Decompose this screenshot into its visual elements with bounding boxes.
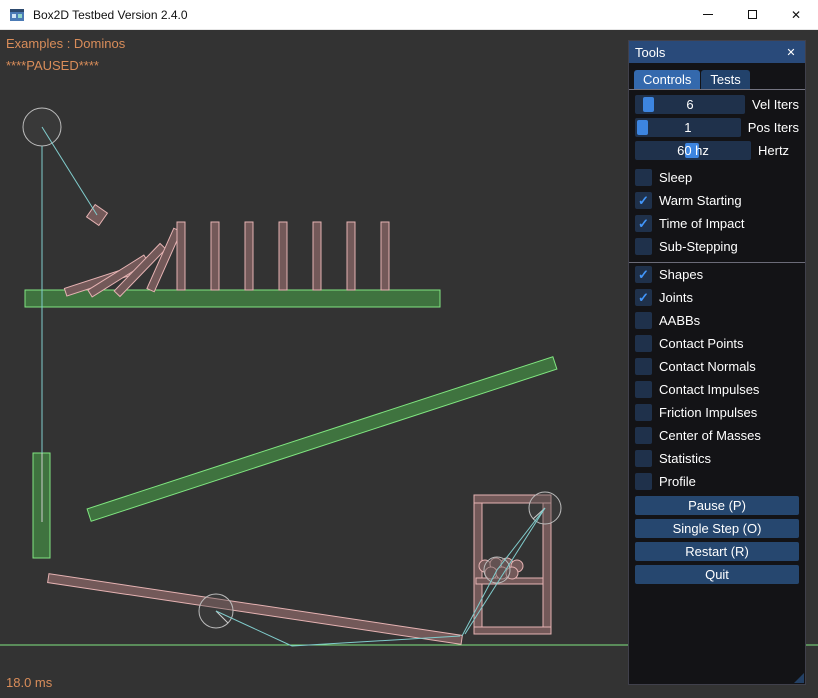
checkbox-contact-points[interactable]: Contact Points [635, 335, 799, 352]
frame-bottom-bar[interactable] [474, 627, 551, 634]
app-window: Box2D Testbed Version 2.4.0 ✕ [0, 0, 818, 698]
pos-iters-value: 1 [635, 118, 741, 137]
platform-shelf [25, 290, 440, 307]
checkbox-label: Contact Points [659, 336, 744, 351]
example-label: Examples : Dominos [6, 36, 125, 51]
checkbox-center-of-masses[interactable]: Center of Masses [635, 427, 799, 444]
checkbox-label: Shapes [659, 267, 703, 282]
tab-tests[interactable]: Tests [701, 70, 749, 89]
window-controls: ✕ [686, 0, 818, 30]
checkbox-aabbs[interactable]: AABBs [635, 312, 799, 329]
pause-button[interactable]: Pause (P) [635, 496, 799, 515]
maximize-button[interactable] [730, 0, 774, 30]
resize-grip[interactable] [794, 673, 804, 683]
domino[interactable] [177, 222, 185, 290]
checkbox-box[interactable] [635, 312, 652, 329]
checkbox-label: Sleep [659, 170, 692, 185]
checkbox-label: Contact Impulses [659, 382, 759, 397]
checkbox-label: Statistics [659, 451, 711, 466]
checkbox-box[interactable] [635, 450, 652, 467]
checkbox-label: Joints [659, 290, 693, 305]
maximize-icon [748, 10, 757, 19]
single-step-button[interactable]: Single Step (O) [635, 519, 799, 538]
vel-iters-label: Vel Iters [752, 97, 799, 112]
seesaw-plank[interactable] [48, 574, 463, 645]
checkbox-label: Contact Normals [659, 359, 756, 374]
tools-close-button[interactable]: ✕ [783, 44, 799, 60]
domino[interactable] [245, 222, 253, 290]
simulation-canvas[interactable]: Examples : Dominos ****PAUSED**** 18.0 m… [0, 30, 818, 698]
checkbox-label: Sub-Stepping [659, 239, 738, 254]
domino[interactable] [279, 222, 287, 290]
separator [629, 262, 805, 263]
checkbox-label: Profile [659, 474, 696, 489]
quit-button[interactable]: Quit [635, 565, 799, 584]
restart-button[interactable]: Restart (R) [635, 542, 799, 561]
window-title: Box2D Testbed Version 2.4.0 [33, 8, 686, 22]
domino[interactable] [381, 222, 389, 290]
vel-iters-value: 6 [635, 95, 745, 114]
tools-panel-title: Tools [635, 45, 783, 60]
tools-tabbar: Controls Tests [629, 70, 805, 90]
hertz-slider[interactable]: 60 hz [635, 141, 751, 160]
checkbox-box[interactable] [635, 427, 652, 444]
tools-panel-body: 6 Vel Iters 1 Pos Iters [629, 90, 805, 584]
domino[interactable] [347, 222, 355, 290]
checkbox-sub-stepping[interactable]: Sub-Stepping [635, 238, 799, 255]
distance-joint [42, 127, 97, 215]
checkbox-shapes[interactable]: ✓ Shapes [635, 266, 799, 283]
checkbox-contact-impulses[interactable]: Contact Impulses [635, 381, 799, 398]
checkbox-box[interactable]: ✓ [635, 192, 652, 209]
frame-time-label: 18.0 ms [6, 675, 52, 690]
checkbox-box[interactable] [635, 169, 652, 186]
checkbox-profile[interactable]: Profile [635, 473, 799, 490]
minimize-button[interactable] [686, 0, 730, 30]
pos-iters-slider[interactable]: 1 [635, 118, 741, 137]
checkbox-box[interactable] [635, 473, 652, 490]
hertz-value: 60 hz [635, 141, 751, 160]
paused-label: ****PAUSED**** [6, 58, 99, 73]
checkbox-box[interactable]: ✓ [635, 289, 652, 306]
checkbox-warm-starting[interactable]: ✓ Warm Starting [635, 192, 799, 209]
close-icon: ✕ [791, 9, 801, 21]
checkbox-box[interactable] [635, 358, 652, 375]
checkbox-box[interactable] [635, 404, 652, 421]
domino[interactable] [211, 222, 219, 290]
hertz-label: Hertz [758, 143, 789, 158]
distance-joint [497, 508, 545, 570]
checkbox-time-of-impact[interactable]: ✓ Time of Impact [635, 215, 799, 232]
pos-iters-label: Pos Iters [748, 120, 799, 135]
checkbox-friction-impulses[interactable]: Friction Impulses [635, 404, 799, 421]
tab-controls[interactable]: Controls [634, 70, 700, 89]
checkbox-contact-normals[interactable]: Contact Normals [635, 358, 799, 375]
checkbox-statistics[interactable]: Statistics [635, 450, 799, 467]
domino[interactable] [313, 222, 321, 290]
tools-panel: Tools ✕ Controls Tests 6 Vel Iters [628, 40, 806, 685]
checkbox-label: Time of Impact [659, 216, 744, 231]
checkbox-label: Warm Starting [659, 193, 742, 208]
window-titlebar: Box2D Testbed Version 2.4.0 ✕ [0, 0, 818, 30]
checkbox-label: Center of Masses [659, 428, 761, 443]
app-icon [9, 7, 25, 23]
checkbox-label: AABBs [659, 313, 700, 328]
checkbox-box[interactable] [635, 335, 652, 352]
minimize-icon [703, 14, 713, 15]
checkbox-box[interactable]: ✓ [635, 215, 652, 232]
close-button[interactable]: ✕ [774, 0, 818, 30]
checkbox-box[interactable]: ✓ [635, 266, 652, 283]
checkbox-label: Friction Impulses [659, 405, 757, 420]
slider-row-pos-iters: 1 Pos Iters [635, 118, 799, 137]
checkbox-joints[interactable]: ✓ Joints [635, 289, 799, 306]
slider-row-vel-iters: 6 Vel Iters [635, 95, 799, 114]
checkbox-sleep[interactable]: Sleep [635, 169, 799, 186]
checkbox-box[interactable] [635, 381, 652, 398]
vel-iters-slider[interactable]: 6 [635, 95, 745, 114]
slider-row-hertz: 60 hz Hertz [635, 141, 799, 160]
tools-panel-titlebar[interactable]: Tools ✕ [629, 41, 805, 63]
checkbox-box[interactable] [635, 238, 652, 255]
